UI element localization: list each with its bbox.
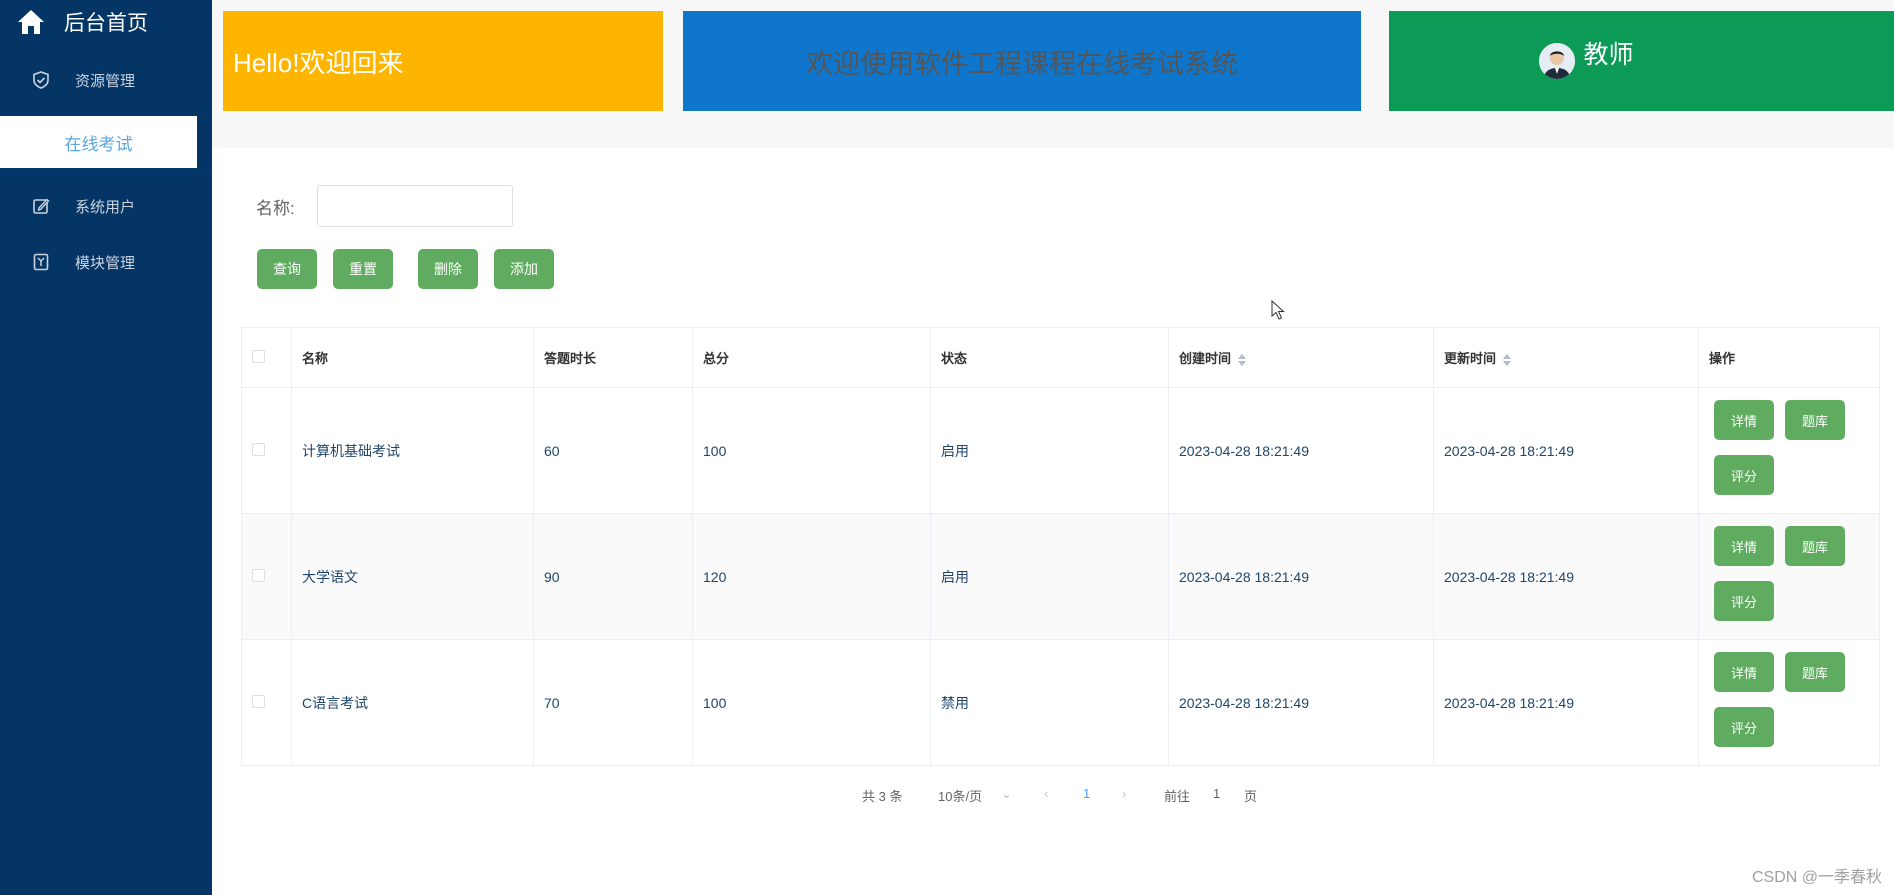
table-row: C语言考试 70 100 禁用 2023-04-28 18:21:49 2023… <box>241 639 1880 766</box>
cell-duration: 90 <box>533 513 693 640</box>
cell-duration: 60 <box>533 387 693 514</box>
user-banner: 教师 <box>1389 11 1894 111</box>
user-avatar-icon <box>1539 43 1576 79</box>
page-number-current[interactable]: 1 <box>1083 786 1090 801</box>
grade-button[interactable]: 评分 <box>1714 707 1774 747</box>
system-title: 欢迎使用软件工程课程在线考试系统 <box>806 48 1238 79</box>
detail-button[interactable]: 详情 <box>1714 652 1774 692</box>
add-button[interactable]: 添加 <box>494 249 554 289</box>
detail-button[interactable]: 详情 <box>1714 526 1774 566</box>
mouse-cursor-icon <box>1271 300 1285 320</box>
sort-icon[interactable] <box>1502 353 1512 367</box>
name-search-input[interactable] <box>317 185 513 227</box>
home-icon <box>18 10 44 34</box>
cell-score: 100 <box>692 387 931 514</box>
sidebar-item-system-users[interactable]: 系统用户 <box>0 178 212 234</box>
user-role: 教师 <box>1583 41 1634 69</box>
cell-actions: 详情 题库 评分 <box>1698 639 1880 766</box>
grade-button[interactable]: 评分 <box>1714 455 1774 495</box>
cell-score: 120 <box>692 513 931 640</box>
sidebar-divider <box>0 168 212 176</box>
sidebar-item-online-exam[interactable]: 在线考试 <box>0 116 197 168</box>
sidebar-item-label: 在线考试 <box>64 134 133 154</box>
select-all-cell <box>241 327 292 388</box>
cell-created: 2023-04-28 18:21:49 <box>1168 513 1434 640</box>
sidebar-home-label: 后台首页 <box>64 12 148 35</box>
delete-button[interactable]: 删除 <box>418 249 478 289</box>
chevron-down-icon[interactable]: ⌄ <box>1001 786 1012 802</box>
pagination-total: 共 3 条 <box>862 789 903 804</box>
select-all-checkbox[interactable] <box>252 349 265 363</box>
avatar[interactable] <box>1539 43 1576 79</box>
sidebar: 后台首页 资源管理 在线考试 系统用户 模块管理 <box>0 0 212 895</box>
reset-button[interactable]: 重置 <box>333 249 393 289</box>
sidebar-item-resources[interactable]: 资源管理 <box>0 52 212 108</box>
cell-name: 大学语文 <box>291 513 534 640</box>
cell-actions: 详情 题库 评分 <box>1698 387 1880 514</box>
row-select-cell <box>241 387 292 514</box>
name-label: 名称: <box>256 199 295 218</box>
watermark: CSDN @一季春秋 <box>1751 869 1882 886</box>
page-suffix: 页 <box>1244 789 1258 804</box>
row-checkbox[interactable] <box>252 568 265 582</box>
cell-updated: 2023-04-28 18:21:49 <box>1433 513 1699 640</box>
col-duration: 答题时长 <box>533 327 693 388</box>
shield-icon <box>33 71 49 89</box>
question-bank-button[interactable]: 题库 <box>1785 652 1845 692</box>
cell-created: 2023-04-28 18:21:49 <box>1168 387 1434 514</box>
page-size-select[interactable]: 10条/页 <box>938 786 982 805</box>
goto-label: 前往 <box>1164 789 1191 804</box>
query-button[interactable]: 查询 <box>257 249 317 289</box>
cell-name: 计算机基础考试 <box>291 387 534 514</box>
row-checkbox[interactable] <box>252 442 265 456</box>
row-checkbox[interactable] <box>252 694 265 708</box>
question-bank-button[interactable]: 题库 <box>1785 400 1845 440</box>
next-page-icon[interactable]: › <box>1122 786 1126 801</box>
col-updated[interactable]: 更新时间 <box>1433 327 1699 388</box>
system-title-banner: 欢迎使用软件工程课程在线考试系统 <box>683 11 1361 111</box>
sidebar-item-label: 模块管理 <box>75 254 136 272</box>
col-updated-label: 更新时间 <box>1444 351 1497 366</box>
col-name: 名称 <box>291 327 534 388</box>
col-score: 总分 <box>692 327 931 388</box>
edit-icon <box>33 198 50 214</box>
grade-button[interactable]: 评分 <box>1714 581 1774 621</box>
cell-status: 启用 <box>930 387 1169 514</box>
cell-duration: 70 <box>533 639 693 766</box>
cell-created: 2023-04-28 18:21:49 <box>1168 639 1434 766</box>
sidebar-item-label: 资源管理 <box>75 72 136 90</box>
goto-page-input[interactable]: 1 <box>1213 786 1220 801</box>
table-row: 计算机基础考试 60 100 启用 2023-04-28 18:21:49 20… <box>241 387 1880 514</box>
col-actions: 操作 <box>1698 327 1880 388</box>
cell-status: 禁用 <box>930 639 1169 766</box>
bookmark-icon <box>33 253 49 271</box>
table-row: 大学语文 90 120 启用 2023-04-28 18:21:49 2023-… <box>241 513 1880 640</box>
row-select-cell <box>241 639 292 766</box>
col-created-label: 创建时间 <box>1179 351 1232 366</box>
cell-updated: 2023-04-28 18:21:49 <box>1433 387 1699 514</box>
sidebar-item-label: 系统用户 <box>75 198 136 216</box>
detail-button[interactable]: 详情 <box>1714 400 1774 440</box>
exam-table: 名称 答题时长 总分 状态 创建时间 更新时间 操作 计算机基础考试 60 10… <box>241 327 1880 766</box>
question-bank-button[interactable]: 题库 <box>1785 526 1845 566</box>
table-header-row: 名称 答题时长 总分 状态 创建时间 更新时间 操作 <box>241 327 1880 388</box>
sidebar-item-modules[interactable]: 模块管理 <box>0 234 212 290</box>
cell-status: 启用 <box>930 513 1169 640</box>
welcome-banner: Hello!欢迎回来 <box>223 11 663 111</box>
sort-icon[interactable] <box>1237 353 1247 367</box>
col-created[interactable]: 创建时间 <box>1168 327 1434 388</box>
welcome-text: Hello!欢迎回来 <box>233 47 404 78</box>
cell-score: 100 <box>692 639 931 766</box>
cell-actions: 详情 题库 评分 <box>1698 513 1880 640</box>
cell-updated: 2023-04-28 18:21:49 <box>1433 639 1699 766</box>
col-status: 状态 <box>930 327 1169 388</box>
prev-page-icon[interactable]: ‹ <box>1044 786 1048 801</box>
sidebar-home[interactable]: 后台首页 <box>16 6 148 38</box>
cell-name: C语言考试 <box>291 639 534 766</box>
row-select-cell <box>241 513 292 640</box>
